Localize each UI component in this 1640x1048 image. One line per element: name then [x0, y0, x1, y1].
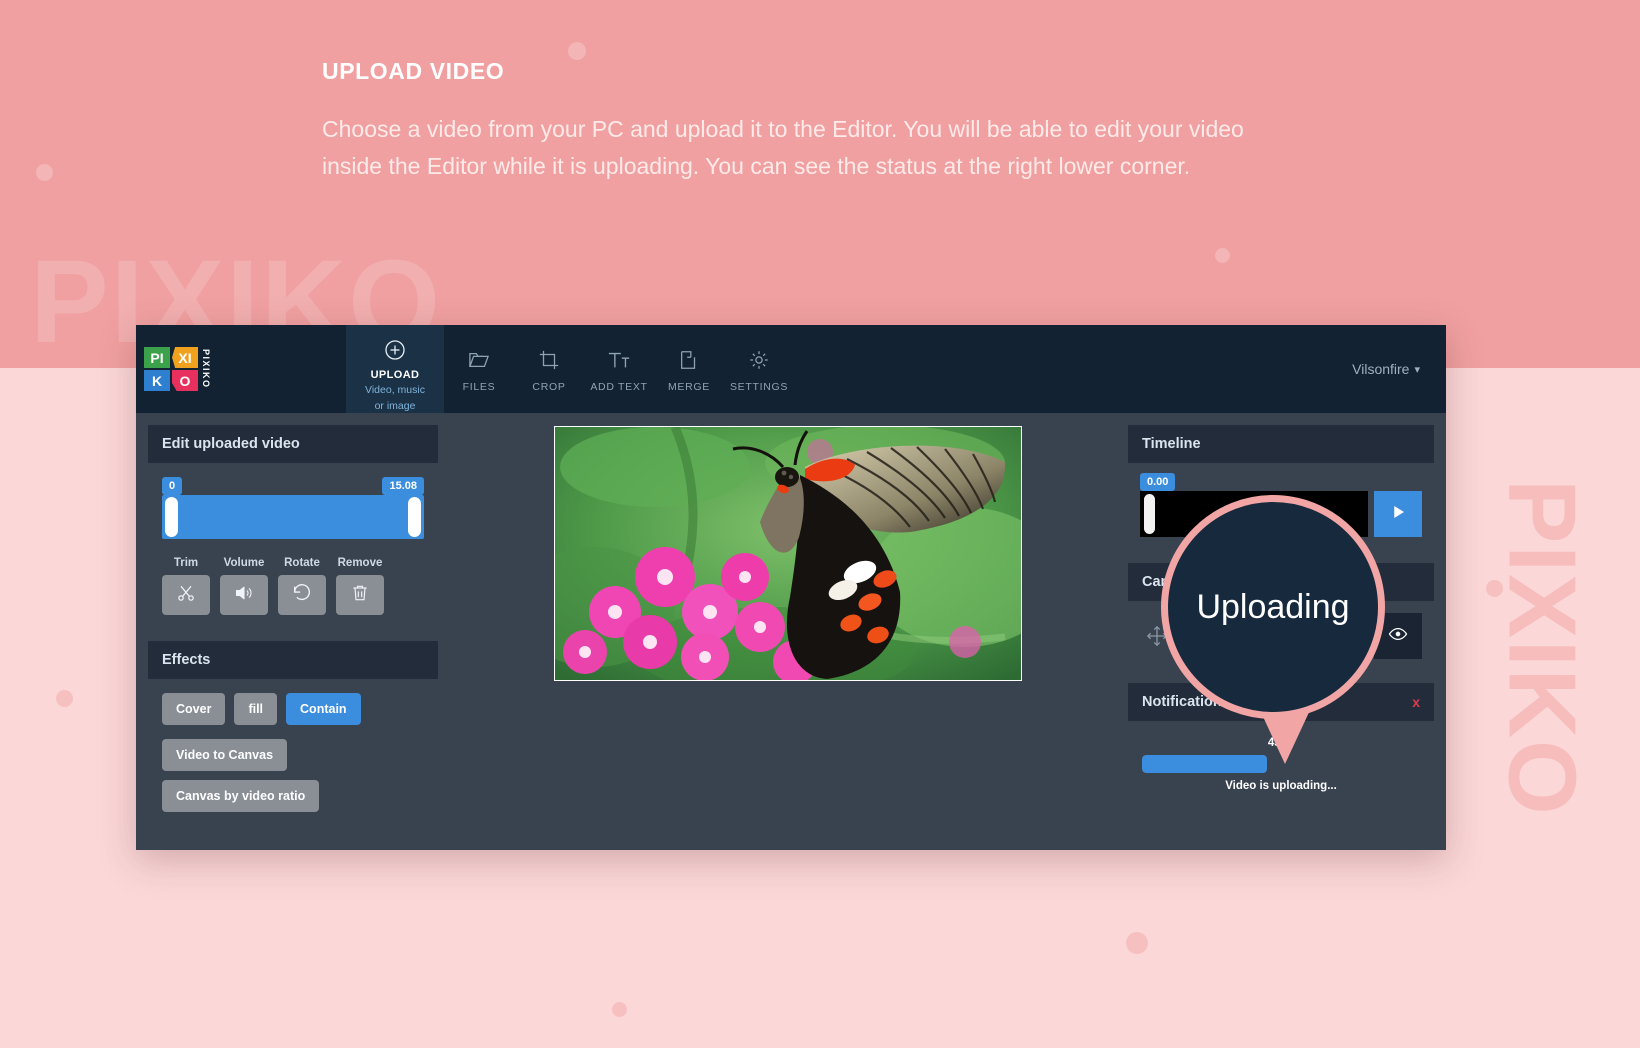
page-title: UPLOAD VIDEO — [322, 58, 505, 84]
close-icon[interactable]: x — [1412, 694, 1420, 710]
logo-grid: PI XI K O — [144, 347, 198, 391]
nav-settings-label: SETTINGS — [729, 381, 789, 393]
editor-window: PI XI K O PIXIKO UPLOAD Video, music or … — [136, 325, 1446, 850]
fit-mode-group: Cover fill Contain — [162, 693, 424, 725]
logo-vertical-text: PIXIKO — [201, 349, 211, 389]
nav-upload-sublabel-2: or image — [374, 399, 416, 412]
scissors-icon — [176, 583, 196, 608]
video-to-canvas-button[interactable]: Video to Canvas — [162, 739, 288, 771]
nav-item-add-text[interactable]: ADD TEXT — [584, 345, 654, 393]
pixiko-logo[interactable]: PI XI K O PIXIKO — [144, 347, 211, 391]
gear-icon — [748, 345, 770, 375]
decorative-dot — [1126, 932, 1148, 954]
folder-icon — [468, 345, 490, 375]
text-icon — [607, 345, 631, 375]
page-root: PIXIKO PIXIKO UPLOAD VIDEO Choose a vide… — [0, 0, 1640, 1048]
nav-items: FILES CROP ADD TEXT MERGE SETTINGS — [444, 325, 794, 413]
canvas-action-group: Video to Canvas Canvas by video ratio — [162, 739, 424, 812]
nav-item-crop[interactable]: CROP — [514, 345, 584, 393]
fit-mode-cover[interactable]: Cover — [162, 693, 226, 725]
page-description: Choose a video from your PC and upload i… — [322, 116, 1244, 180]
progress-bar-fill — [1142, 755, 1268, 773]
uploading-callout: Uploading — [1161, 495, 1385, 719]
uploading-callout-text: Uploading — [1196, 587, 1350, 626]
fit-mode-fill[interactable]: fill — [234, 693, 278, 725]
tool-trim-label: Trim — [173, 557, 199, 569]
tool-volume: Volume — [220, 557, 268, 615]
range-start-badge: 0 — [162, 477, 183, 499]
trash-icon — [350, 583, 370, 608]
watermark-right: PIXIKO — [1488, 479, 1596, 817]
nav-item-settings[interactable]: SETTINGS — [724, 345, 794, 393]
decorative-dot — [612, 1002, 627, 1017]
nav-item-merge[interactable]: MERGE — [654, 345, 724, 393]
edit-panel-body: 0 15.08 — [148, 463, 438, 557]
tool-remove: Remove — [336, 557, 384, 615]
fit-mode-contain[interactable]: Contain — [286, 693, 361, 725]
nav-upload-sublabel-1: Video, music — [365, 383, 425, 396]
range-handle-end[interactable] — [408, 497, 421, 537]
intro-block: UPLOAD VIDEO Choose a video from your PC… — [322, 58, 1252, 186]
logo-cell-o: O — [172, 370, 198, 391]
nav-item-files[interactable]: FILES — [444, 345, 514, 393]
left-sidebar: Edit uploaded video 0 15.08 Trim Volume … — [136, 413, 448, 852]
plus-circle-icon — [383, 335, 407, 365]
upload-status-text: Video is uploading... — [1225, 780, 1337, 792]
range-end-badge: 15.08 — [382, 477, 424, 499]
timeline-playhead[interactable] — [1144, 494, 1155, 534]
canvas-by-video-ratio-button[interactable]: Canvas by video ratio — [162, 780, 320, 812]
tool-buttons: Trim Volume Rotate Remove — [148, 557, 438, 629]
edit-uploaded-video-panel: Edit uploaded video 0 15.08 Trim Volume … — [148, 425, 438, 629]
decorative-dot — [36, 164, 53, 181]
speaker-icon — [234, 583, 254, 608]
merge-icon — [678, 345, 700, 375]
crop-icon — [538, 345, 560, 375]
video-preview-area — [448, 413, 1128, 852]
chevron-down-icon: ▾ — [1414, 363, 1420, 376]
logo-cell-k: K — [144, 370, 170, 391]
effects-panel: Effects Cover fill Contain Video to Canv… — [148, 641, 438, 840]
preview-image — [555, 427, 1021, 680]
user-name: Vilsonfire — [1352, 361, 1410, 377]
trim-range-slider[interactable]: 0 15.08 — [162, 477, 424, 543]
tool-remove-label: Remove — [337, 557, 383, 569]
editor-topbar: PI XI K O PIXIKO UPLOAD Video, music or … — [136, 325, 1446, 413]
video-preview[interactable] — [554, 426, 1022, 681]
effects-panel-body: Cover fill Contain Video to Canvas Canva… — [148, 679, 438, 840]
timeline-time-badge: 0.00 — [1140, 473, 1176, 495]
nav-upload-label: UPLOAD — [370, 368, 420, 381]
logo-area[interactable]: PI XI K O PIXIKO — [136, 325, 346, 413]
eye-icon — [1388, 624, 1408, 649]
rotate-button[interactable] — [278, 575, 326, 615]
nav-item-upload[interactable]: UPLOAD Video, music or image — [346, 325, 444, 413]
tool-rotate: Rotate — [278, 557, 326, 615]
range-handle-start[interactable] — [165, 497, 178, 537]
nav-crop-label: CROP — [532, 381, 566, 393]
nav-files-label: FILES — [462, 381, 496, 393]
logo-cell-pi: PI — [144, 347, 170, 368]
edit-panel-title: Edit uploaded video — [148, 425, 438, 463]
volume-button[interactable] — [220, 575, 268, 615]
decorative-dot — [1215, 248, 1230, 263]
range-track[interactable] — [162, 495, 424, 539]
user-menu[interactable]: Vilsonfire ▾ — [1246, 325, 1446, 413]
nav-add-text-label: ADD TEXT — [590, 381, 648, 393]
play-button[interactable] — [1374, 491, 1422, 537]
tool-rotate-label: Rotate — [284, 557, 320, 569]
tool-volume-label: Volume — [223, 557, 265, 569]
decorative-dot — [56, 690, 73, 707]
play-icon — [1389, 503, 1407, 526]
tool-trim: Trim — [162, 557, 210, 615]
rotate-ccw-icon — [291, 582, 313, 609]
effects-panel-title: Effects — [148, 641, 438, 679]
remove-button[interactable] — [336, 575, 384, 615]
nav-merge-label: MERGE — [667, 381, 710, 393]
topbar-spacer — [794, 325, 1246, 413]
timeline-panel-title: Timeline — [1128, 425, 1434, 463]
logo-cell-xi: XI — [172, 347, 198, 368]
trim-button[interactable] — [162, 575, 210, 615]
